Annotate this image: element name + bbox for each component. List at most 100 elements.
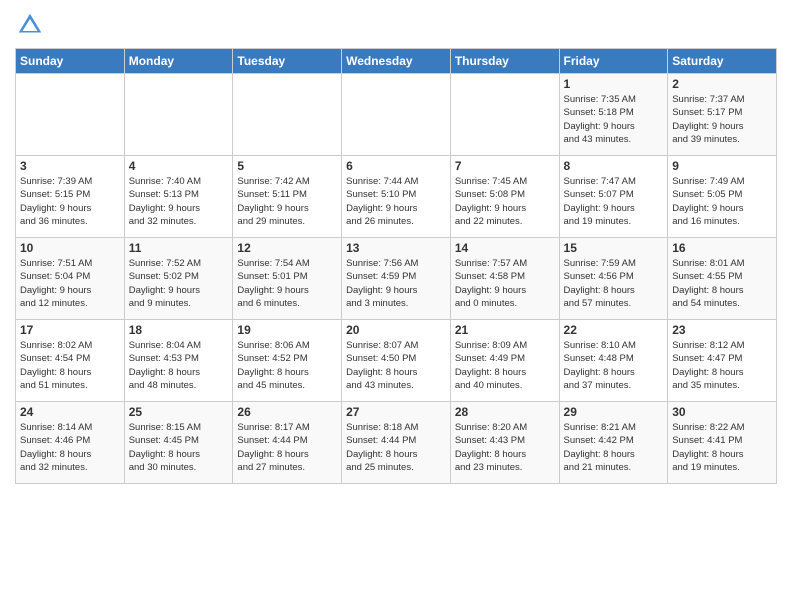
day-number: 1: [564, 77, 664, 91]
day-number: 15: [564, 241, 664, 255]
calendar-cell: [233, 74, 342, 156]
day-info: Sunrise: 7:39 AM Sunset: 5:15 PM Dayligh…: [20, 175, 120, 228]
day-number: 20: [346, 323, 446, 337]
day-number: 4: [129, 159, 229, 173]
week-row-2: 3Sunrise: 7:39 AM Sunset: 5:15 PM Daylig…: [16, 156, 777, 238]
week-row-5: 24 Sunrise: 8:14 AM Sunset: 4:46 PM Dayli…: [16, 402, 777, 484]
column-header-saturday: Saturday: [668, 49, 777, 74]
calendar-cell: 22Sunrise: 8:10 AM Sunset: 4:48 PM Dayli…: [559, 320, 668, 402]
calendar-cell: 6Sunrise: 7:44 AM Sunset: 5:10 PM Daylig…: [342, 156, 451, 238]
calendar-cell: 26Sunrise: 8:17 AM Sunset: 4:44 PM Dayli…: [233, 402, 342, 484]
calendar-cell: 20 Sunrise: 8:07 AM Sunset: 4:50 PM Dayli…: [342, 320, 451, 402]
page-container: SundayMondayTuesdayWednesdayThursdayFrid…: [0, 0, 792, 489]
day-number: 30: [672, 405, 772, 419]
day-number: 23: [672, 323, 772, 337]
day-info: Sunrise: 8:15 AM Sunset: 4:45 PM Dayligh…: [129, 421, 229, 474]
calendar-cell: 5Sunrise: 7:42 AM Sunset: 5:11 PM Daylig…: [233, 156, 342, 238]
day-number: 21: [455, 323, 555, 337]
header: [15, 10, 777, 40]
day-info: Sunrise: 7:37 AM Sunset: 5:17 PM Dayligh…: [672, 93, 772, 146]
calendar-cell: 15 Sunrise: 7:59 AM Sunset: 4:56 PM Dayli…: [559, 238, 668, 320]
calendar-cell: 8 Sunrise: 7:47 AM Sunset: 5:07 PM Daylig…: [559, 156, 668, 238]
day-info: Sunrise: 7:45 AM Sunset: 5:08 PM Dayligh…: [455, 175, 555, 228]
calendar-cell: 28 Sunrise: 8:20 AM Sunset: 4:43 PM Dayli…: [450, 402, 559, 484]
calendar-cell: 16Sunrise: 8:01 AM Sunset: 4:55 PM Dayli…: [668, 238, 777, 320]
day-info: Sunrise: 7:52 AM Sunset: 5:02 PM Dayligh…: [129, 257, 229, 310]
day-number: 6: [346, 159, 446, 173]
day-info: Sunrise: 7:40 AM Sunset: 5:13 PM Dayligh…: [129, 175, 229, 228]
day-number: 27: [346, 405, 446, 419]
calendar-cell: 13 Sunrise: 7:56 AM Sunset: 4:59 PM Dayli…: [342, 238, 451, 320]
calendar-cell: 10 Sunrise: 7:51 AM Sunset: 5:04 PM Dayli…: [16, 238, 125, 320]
day-number: 16: [672, 241, 772, 255]
day-number: 8: [564, 159, 664, 173]
day-number: 13: [346, 241, 446, 255]
calendar-cell: 29Sunrise: 8:21 AM Sunset: 4:42 PM Dayli…: [559, 402, 668, 484]
calendar-cell: 1 Sunrise: 7:35 AM Sunset: 5:18 PM Daylig…: [559, 74, 668, 156]
column-header-tuesday: Tuesday: [233, 49, 342, 74]
day-info: Sunrise: 8:12 AM Sunset: 4:47 PM Dayligh…: [672, 339, 772, 392]
day-info: Sunrise: 7:47 AM Sunset: 5:07 PM Dayligh…: [564, 175, 664, 228]
day-info: Sunrise: 7:49 AM Sunset: 5:05 PM Dayligh…: [672, 175, 772, 228]
day-number: 24: [20, 405, 120, 419]
calendar-cell: 14 Sunrise: 7:57 AM Sunset: 4:58 PM Dayli…: [450, 238, 559, 320]
column-header-thursday: Thursday: [450, 49, 559, 74]
header-row: SundayMondayTuesdayWednesdayThursdayFrid…: [16, 49, 777, 74]
week-row-1: 1 Sunrise: 7:35 AM Sunset: 5:18 PM Daylig…: [16, 74, 777, 156]
week-row-3: 10 Sunrise: 7:51 AM Sunset: 5:04 PM Dayli…: [16, 238, 777, 320]
day-number: 29: [564, 405, 664, 419]
day-number: 14: [455, 241, 555, 255]
day-info: Sunrise: 7:51 AM Sunset: 5:04 PM Dayligh…: [20, 257, 120, 310]
day-number: 19: [237, 323, 337, 337]
column-header-sunday: Sunday: [16, 49, 125, 74]
calendar-cell: 18 Sunrise: 8:04 AM Sunset: 4:53 PM Dayli…: [124, 320, 233, 402]
logo-icon: [15, 10, 45, 40]
day-number: 9: [672, 159, 772, 173]
day-info: Sunrise: 8:04 AM Sunset: 4:53 PM Dayligh…: [129, 339, 229, 392]
calendar-cell: [124, 74, 233, 156]
day-info: Sunrise: 7:56 AM Sunset: 4:59 PM Dayligh…: [346, 257, 446, 310]
day-number: 10: [20, 241, 120, 255]
calendar-cell: 30 Sunrise: 8:22 AM Sunset: 4:41 PM Dayli…: [668, 402, 777, 484]
day-number: 25: [129, 405, 229, 419]
calendar-cell: 24 Sunrise: 8:14 AM Sunset: 4:46 PM Dayli…: [16, 402, 125, 484]
calendar-cell: 17Sunrise: 8:02 AM Sunset: 4:54 PM Dayli…: [16, 320, 125, 402]
column-header-wednesday: Wednesday: [342, 49, 451, 74]
day-info: Sunrise: 8:09 AM Sunset: 4:49 PM Dayligh…: [455, 339, 555, 392]
day-info: Sunrise: 8:14 AM Sunset: 4:46 PM Dayligh…: [20, 421, 120, 474]
calendar-cell: 12 Sunrise: 7:54 AM Sunset: 5:01 PM Dayli…: [233, 238, 342, 320]
calendar-cell: 27 Sunrise: 8:18 AM Sunset: 4:44 PM Dayli…: [342, 402, 451, 484]
day-info: Sunrise: 8:18 AM Sunset: 4:44 PM Dayligh…: [346, 421, 446, 474]
day-number: 7: [455, 159, 555, 173]
day-info: Sunrise: 8:20 AM Sunset: 4:43 PM Dayligh…: [455, 421, 555, 474]
calendar-cell: [450, 74, 559, 156]
day-number: 12: [237, 241, 337, 255]
logo: [15, 10, 50, 40]
column-header-friday: Friday: [559, 49, 668, 74]
calendar-cell: 9 Sunrise: 7:49 AM Sunset: 5:05 PM Daylig…: [668, 156, 777, 238]
day-info: Sunrise: 7:59 AM Sunset: 4:56 PM Dayligh…: [564, 257, 664, 310]
day-number: 22: [564, 323, 664, 337]
calendar-cell: 25 Sunrise: 8:15 AM Sunset: 4:45 PM Dayli…: [124, 402, 233, 484]
day-number: 28: [455, 405, 555, 419]
day-info: Sunrise: 7:57 AM Sunset: 4:58 PM Dayligh…: [455, 257, 555, 310]
day-info: Sunrise: 8:17 AM Sunset: 4:44 PM Dayligh…: [237, 421, 337, 474]
day-number: 5: [237, 159, 337, 173]
calendar-cell: 4 Sunrise: 7:40 AM Sunset: 5:13 PM Daylig…: [124, 156, 233, 238]
calendar-cell: 7 Sunrise: 7:45 AM Sunset: 5:08 PM Daylig…: [450, 156, 559, 238]
column-header-monday: Monday: [124, 49, 233, 74]
day-info: Sunrise: 8:22 AM Sunset: 4:41 PM Dayligh…: [672, 421, 772, 474]
day-info: Sunrise: 8:07 AM Sunset: 4:50 PM Dayligh…: [346, 339, 446, 392]
calendar-cell: 23 Sunrise: 8:12 AM Sunset: 4:47 PM Dayli…: [668, 320, 777, 402]
day-info: Sunrise: 7:35 AM Sunset: 5:18 PM Dayligh…: [564, 93, 664, 146]
calendar-body: 1 Sunrise: 7:35 AM Sunset: 5:18 PM Daylig…: [16, 74, 777, 484]
day-number: 2: [672, 77, 772, 91]
day-info: Sunrise: 7:54 AM Sunset: 5:01 PM Dayligh…: [237, 257, 337, 310]
week-row-4: 17Sunrise: 8:02 AM Sunset: 4:54 PM Dayli…: [16, 320, 777, 402]
day-number: 18: [129, 323, 229, 337]
day-number: 17: [20, 323, 120, 337]
calendar-table: SundayMondayTuesdayWednesdayThursdayFrid…: [15, 48, 777, 484]
calendar-cell: 11Sunrise: 7:52 AM Sunset: 5:02 PM Dayli…: [124, 238, 233, 320]
calendar-cell: 2 Sunrise: 7:37 AM Sunset: 5:17 PM Daylig…: [668, 74, 777, 156]
day-info: Sunrise: 8:06 AM Sunset: 4:52 PM Dayligh…: [237, 339, 337, 392]
